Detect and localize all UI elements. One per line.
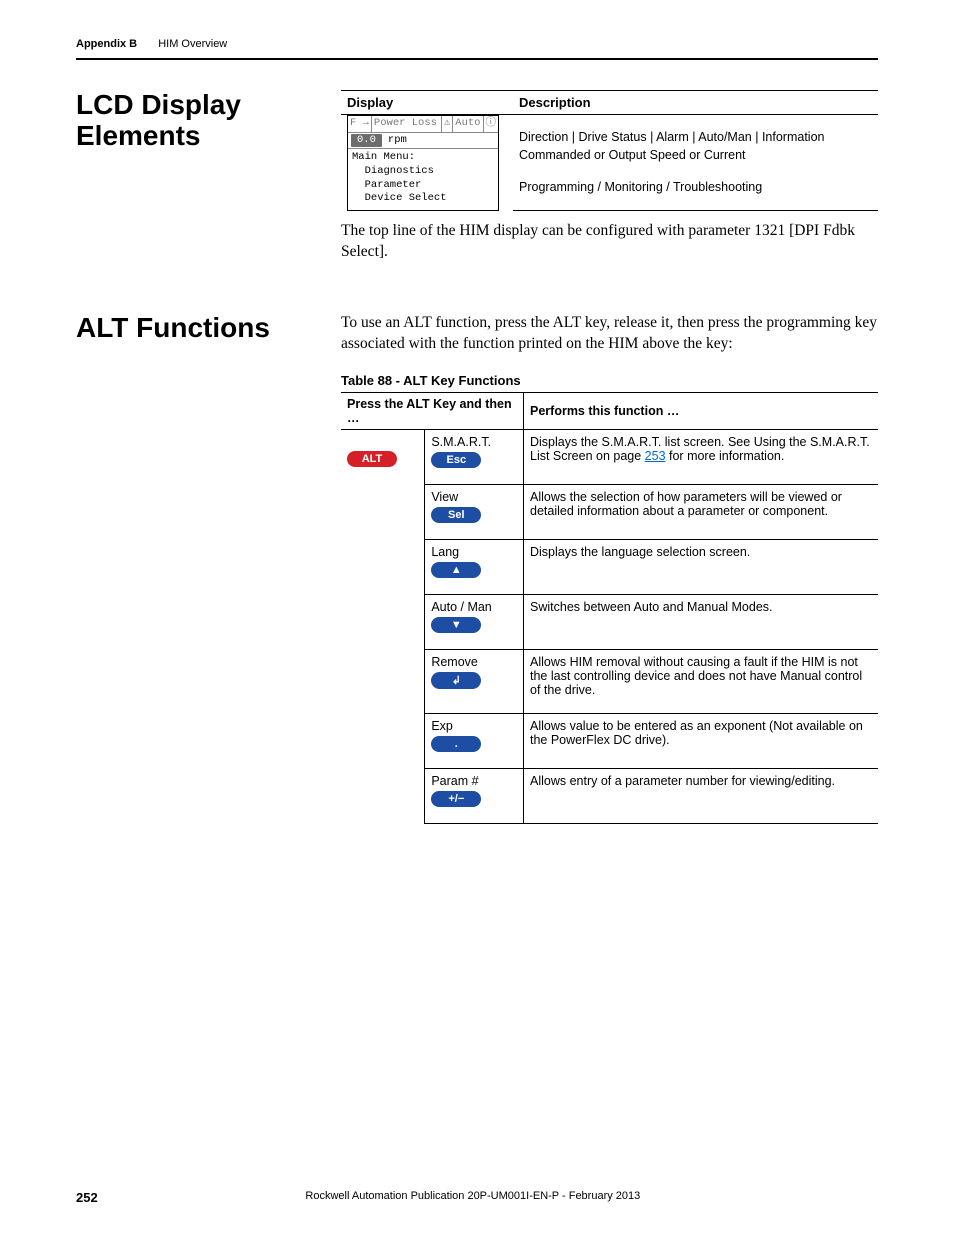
key-cell: Auto / Man ▼ bbox=[425, 595, 524, 650]
key-pill-icon: Sel bbox=[431, 507, 481, 523]
section-heading-lcd: LCD Display Elements bbox=[76, 90, 341, 152]
section1-body: The top line of the HIM display can be c… bbox=[341, 221, 878, 263]
lcd-menu: Main Menu: Diagnostics Parameter Device … bbox=[348, 149, 498, 210]
function-desc: Displays the S.M.A.R.T. list screen. See… bbox=[524, 430, 879, 485]
lcd-mock: F → Power Loss ⚠ Auto ⓘ 0.0 rpm Main Men… bbox=[347, 115, 499, 211]
page-number: 252 bbox=[76, 1190, 98, 1205]
display-table-header-display: Display bbox=[341, 91, 513, 115]
key-pill-icon: Esc bbox=[431, 452, 481, 468]
chapter-name: HIM Overview bbox=[158, 38, 227, 50]
page-link[interactable]: 253 bbox=[645, 449, 666, 463]
key-cell: S.M.A.R.T. Esc bbox=[425, 430, 524, 485]
display-table: Display Description F → Power Loss ⚠ Aut… bbox=[341, 90, 878, 211]
key-pill-icon: ▼ bbox=[431, 617, 481, 633]
running-header: Appendix B HIM Overview bbox=[76, 38, 878, 60]
alt-key-cell: ALT bbox=[341, 430, 425, 824]
key-label: Exp bbox=[431, 719, 517, 733]
table-caption: Table 88 - ALT Key Functions bbox=[341, 373, 878, 388]
section-heading-alt: ALT Functions bbox=[76, 313, 341, 344]
lcd-speed-unit: rpm bbox=[388, 134, 407, 148]
key-cell: Lang ▲ bbox=[425, 540, 524, 595]
desc-row-2: Commanded or Output Speed or Current bbox=[513, 147, 878, 163]
key-cell: Exp. bbox=[425, 714, 524, 769]
key-label: Auto / Man bbox=[431, 600, 517, 614]
key-cell: View Sel bbox=[425, 485, 524, 540]
function-desc: Allows entry of a parameter number for v… bbox=[524, 769, 879, 824]
publication-line: Rockwell Automation Publication 20P-UM00… bbox=[98, 1190, 848, 1205]
desc-row-1: Direction | Drive Status | Alarm | Auto/… bbox=[513, 115, 878, 147]
key-cell: Remove ↲ bbox=[425, 650, 524, 714]
key-label: Remove bbox=[431, 655, 517, 669]
function-desc: Allows HIM removal without causing a fau… bbox=[524, 650, 879, 714]
key-label: View bbox=[431, 490, 517, 504]
key-label: Param # bbox=[431, 774, 517, 788]
key-pill-icon: +/− bbox=[431, 791, 481, 807]
desc-row-3: Programming / Monitoring / Troubleshooti… bbox=[513, 163, 878, 211]
function-desc: Switches between Auto and Manual Modes. bbox=[524, 595, 879, 650]
key-pill-icon: . bbox=[431, 736, 481, 752]
key-pill-icon: ▲ bbox=[431, 562, 481, 578]
key-label: S.M.A.R.T. bbox=[431, 435, 517, 449]
function-desc: Allows value to be entered as an exponen… bbox=[524, 714, 879, 769]
alt-functions-table: Press the ALT Key and then … Performs th… bbox=[341, 392, 878, 824]
alt-header-function: Performs this function … bbox=[524, 393, 879, 430]
alt-header-press: Press the ALT Key and then … bbox=[341, 393, 524, 430]
section2-body: To use an ALT function, press the ALT ke… bbox=[341, 313, 878, 355]
lcd-speed-value: 0.0 bbox=[351, 134, 382, 148]
page-footer: 252 Rockwell Automation Publication 20P-… bbox=[76, 1190, 878, 1205]
display-table-header-desc: Description bbox=[513, 91, 878, 115]
alt-key-icon: ALT bbox=[347, 451, 397, 467]
key-pill-icon: ↲ bbox=[431, 672, 481, 689]
function-desc: Allows the selection of how parameters w… bbox=[524, 485, 879, 540]
key-cell: Param # +/− bbox=[425, 769, 524, 824]
function-desc: Displays the language selection screen. bbox=[524, 540, 879, 595]
appendix-label: Appendix B bbox=[76, 38, 137, 50]
key-label: Lang bbox=[431, 545, 517, 559]
